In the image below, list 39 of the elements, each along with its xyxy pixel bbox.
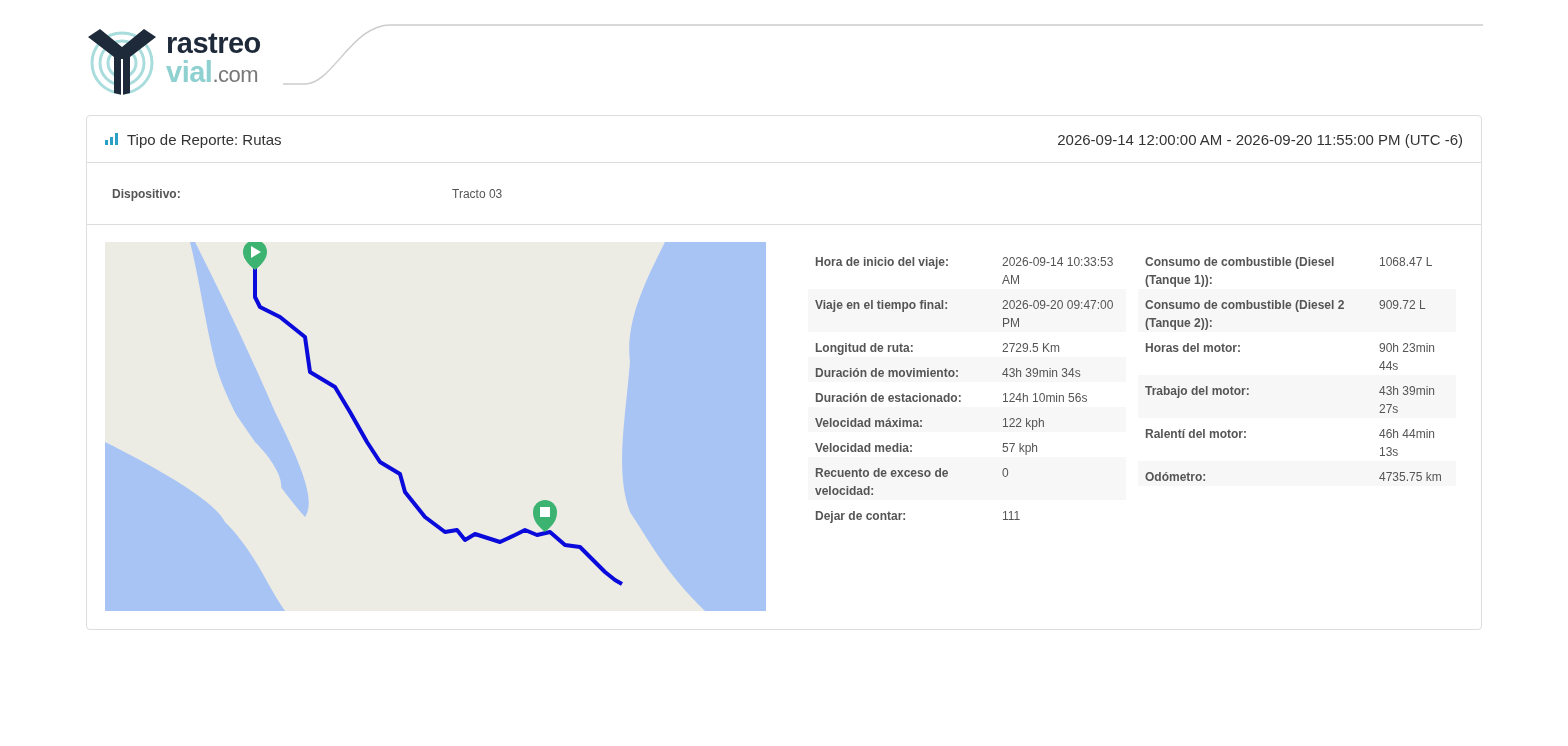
start-marker-icon [243, 242, 267, 270]
value-cell: 2729.5 Km [995, 332, 1126, 357]
value-cell: 909.72 L [1372, 289, 1456, 332]
value-cell: 57 kph [995, 432, 1126, 457]
label-cell: Hora de inicio del viaje: [808, 246, 995, 289]
label-cell: Viaje en el tiempo final: [808, 289, 995, 332]
label-cell: Dejar de contar: [808, 500, 995, 525]
value-cell: 43h 39min 27s [1372, 375, 1456, 418]
report-period: 2026-09-14 12:00:00 AM - 2026-09-20 11:55:00 PM (UTC -6) [1057, 130, 1463, 148]
device-label: Dispositivo: [112, 186, 182, 201]
label-cell: Consumo de combustible (Diesel 2 (Tanque 2)): [1138, 289, 1372, 332]
value-cell: 1068.47 L [1372, 246, 1456, 289]
value-cell: 0 [995, 457, 1126, 500]
label-cell: Ralentí del motor: [1138, 418, 1372, 461]
end-marker-icon [533, 500, 557, 532]
device-value: Tracto 03 [452, 186, 503, 201]
label-cell: Recuento de exceso de velocidad: [808, 457, 995, 500]
value-cell: 111 [995, 500, 1126, 525]
value-cell: 2026-09-14 10:33:53 AM [995, 246, 1126, 289]
value-cell: 122 kph [995, 407, 1126, 432]
label-cell: Consumo de combustible (Diesel (Tanque 1)): [1138, 246, 1372, 289]
bar-chart-icon [105, 133, 119, 145]
value-cell: 90h 23min 44s [1372, 332, 1456, 375]
value-cell: 124h 10min 56s [995, 382, 1126, 407]
logo-text: rastreo [166, 29, 261, 58]
value-cell: 43h 39min 34s [995, 357, 1126, 382]
label-cell: Velocidad máxima: [808, 407, 995, 432]
value-cell: 4735.75 km [1372, 461, 1456, 486]
label-cell: Duración de estacionado: [808, 382, 995, 407]
label-cell: Trabajo del motor: [1138, 375, 1372, 418]
label-cell: Velocidad media: [808, 432, 995, 457]
label-cell: Odómetro: [1138, 461, 1372, 486]
report-title: Tipo de Reporte: Rutas [127, 130, 282, 148]
label-cell: Duración de movimiento: [808, 357, 995, 382]
value-cell: 2026-09-20 09:47:00 PM [995, 289, 1126, 332]
label-cell: Longitud de ruta: [808, 332, 995, 357]
logo-text: vial.com [166, 58, 260, 87]
value-cell: 46h 44min 13s [1372, 418, 1456, 461]
label-cell: Horas del motor: [1138, 332, 1372, 375]
